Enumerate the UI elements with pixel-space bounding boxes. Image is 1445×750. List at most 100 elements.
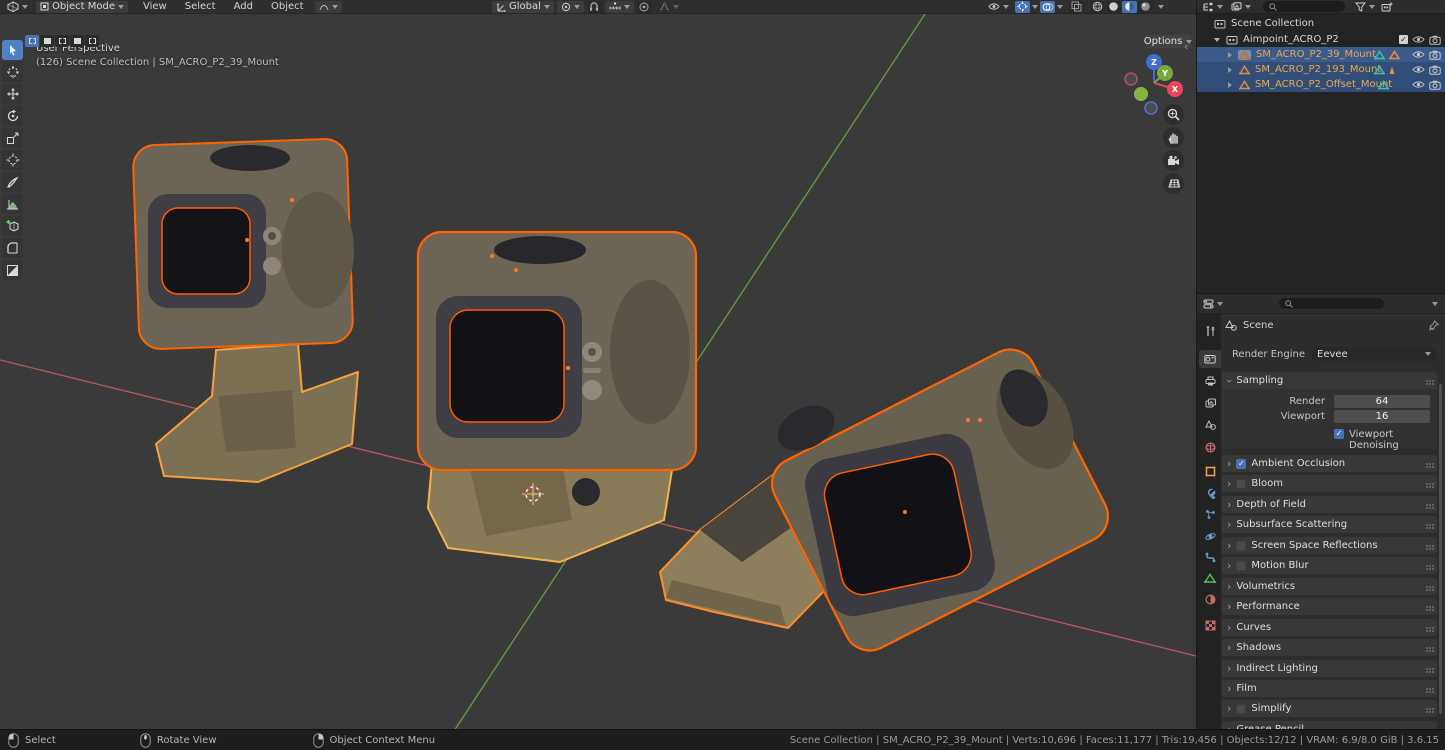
- rounded-corner-tool-button[interactable]: [2, 238, 23, 258]
- panel-drag-grip[interactable]: [1426, 380, 1428, 382]
- select-box-tool-button[interactable]: [2, 40, 23, 60]
- panel-drag-grip[interactable]: [1426, 483, 1428, 485]
- motion-blur-checkbox[interactable]: [1236, 561, 1246, 571]
- properties-search-input[interactable]: [1279, 298, 1384, 309]
- tab-world[interactable]: [1199, 438, 1221, 456]
- tab-render[interactable]: [1199, 350, 1221, 368]
- chevron-down-icon[interactable]: [1432, 302, 1438, 306]
- chevron-down-icon[interactable]: [1158, 5, 1164, 9]
- menu-object[interactable]: Object: [262, 1, 313, 12]
- panel-drag-grip[interactable]: [1426, 708, 1428, 710]
- shear-tool-button[interactable]: [2, 260, 23, 280]
- rotate-tool-button[interactable]: [2, 106, 23, 126]
- panel-sampling-header[interactable]: › Sampling: [1222, 372, 1437, 389]
- axis-neg-x-handle[interactable]: [1125, 73, 1137, 85]
- disclosure-closed-icon[interactable]: [1228, 52, 1232, 58]
- panel-drag-grip[interactable]: [1426, 647, 1428, 649]
- properties-editor-type-button[interactable]: [1199, 298, 1227, 310]
- tab-object-data[interactable]: [1199, 569, 1221, 587]
- chevron-down-icon[interactable]: [1057, 5, 1063, 9]
- orientation-dropdown[interactable]: Global: [492, 1, 554, 13]
- bloom-checkbox[interactable]: [1236, 479, 1246, 489]
- editor-divider-vertical[interactable]: [1196, 0, 1197, 729]
- shading-material-button[interactable]: [1122, 1, 1137, 13]
- proportional-falloff-dropdown[interactable]: [655, 1, 683, 13]
- tab-object[interactable]: [1199, 462, 1221, 480]
- outliner-row-scene-collection[interactable]: Scene Collection: [1197, 16, 1445, 31]
- properties-scrollbar[interactable]: [1439, 384, 1442, 714]
- object-visibility-dropdown[interactable]: [984, 1, 1013, 13]
- panel-subsurface-scattering[interactable]: ›Subsurface Scattering: [1222, 516, 1437, 533]
- menu-add[interactable]: Add: [225, 1, 262, 12]
- shading-rendered-button[interactable]: [1138, 1, 1153, 13]
- mode-dropdown[interactable]: Object Mode: [36, 1, 128, 13]
- panel-drag-grip[interactable]: [1426, 668, 1428, 670]
- outliner-filter-dropdown[interactable]: [1351, 1, 1379, 13]
- panel-ambient-occlusion[interactable]: ›✓Ambient Occlusion: [1222, 455, 1437, 472]
- axis-neg-z-handle[interactable]: [1145, 102, 1157, 114]
- collection-checkbox[interactable]: ✓: [1399, 35, 1408, 44]
- pin-icon[interactable]: [1428, 320, 1439, 331]
- xray-toggle[interactable]: [1069, 1, 1084, 13]
- outliner-search-input[interactable]: [1263, 1, 1345, 12]
- panel-drag-grip[interactable]: [1426, 606, 1428, 608]
- panel-shadows[interactable]: ›Shadows: [1222, 639, 1437, 656]
- eye-icon[interactable]: [1412, 50, 1425, 59]
- panel-drag-grip[interactable]: [1426, 688, 1428, 690]
- header-extra-dropdown[interactable]: [315, 1, 342, 13]
- outliner-row-object-1[interactable]: SM_ACRO_P2_39_Mount: [1197, 47, 1445, 62]
- measure-tool-button[interactable]: [2, 194, 23, 214]
- snap-target-dropdown[interactable]: [605, 1, 634, 13]
- panel-drag-grip[interactable]: [1426, 586, 1428, 588]
- tab-tool[interactable]: [1199, 322, 1221, 340]
- tab-texture[interactable]: [1199, 616, 1221, 634]
- panel-bloom[interactable]: ›Bloom: [1222, 475, 1437, 492]
- pan-view-button[interactable]: [1163, 127, 1184, 148]
- simplify-checkbox[interactable]: [1236, 704, 1246, 714]
- tab-constraints[interactable]: [1199, 548, 1221, 566]
- editor-divider-horizontal[interactable]: [1197, 293, 1445, 294]
- tab-view-layer[interactable]: [1199, 394, 1221, 412]
- panel-drag-grip[interactable]: [1426, 565, 1428, 567]
- scale-tool-button[interactable]: [2, 128, 23, 148]
- camera-icon[interactable]: [1429, 50, 1441, 60]
- camera-icon[interactable]: [1429, 35, 1441, 45]
- panel-drag-grip[interactable]: [1426, 627, 1428, 629]
- annotate-tool-button[interactable]: [2, 172, 23, 192]
- eye-icon[interactable]: [1412, 65, 1425, 74]
- editor-type-button[interactable]: [3, 1, 32, 13]
- disclosure-closed-icon[interactable]: [1228, 82, 1232, 88]
- ambient-occlusion-checkbox[interactable]: ✓: [1236, 459, 1246, 469]
- camera-view-button[interactable]: [1163, 150, 1184, 171]
- tab-modifiers[interactable]: [1199, 484, 1221, 502]
- sampling-render-value-field[interactable]: 64: [1334, 395, 1430, 408]
- chevron-down-icon[interactable]: [1032, 5, 1038, 9]
- tab-scene[interactable]: [1199, 416, 1221, 434]
- transform-tool-button[interactable]: [2, 150, 23, 170]
- model-sight-left[interactable]: [133, 138, 358, 482]
- panel-motion-blur[interactable]: ›Motion Blur: [1222, 557, 1437, 574]
- panel-performance[interactable]: ›Performance: [1222, 598, 1437, 615]
- panel-film[interactable]: ›Film: [1222, 680, 1437, 697]
- toggle-ortho-button[interactable]: [1163, 173, 1184, 194]
- axis-neg-y-handle[interactable]: [1134, 87, 1148, 101]
- shading-wireframe-button[interactable]: [1090, 1, 1105, 13]
- panel-drag-grip[interactable]: [1426, 545, 1428, 547]
- outliner-row-collection[interactable]: Aimpoint_ACRO_P2 ✓: [1197, 32, 1445, 47]
- outliner-row-object-2[interactable]: SM_ACRO_P2_193_Mount: [1197, 62, 1445, 77]
- pivot-point-dropdown[interactable]: [557, 1, 584, 13]
- panel-volumetrics[interactable]: ›Volumetrics: [1222, 578, 1437, 595]
- move-tool-button[interactable]: [2, 84, 23, 104]
- ssr-checkbox[interactable]: [1236, 541, 1246, 551]
- panel-curves[interactable]: ›Curves: [1222, 619, 1437, 636]
- shading-solid-button[interactable]: [1106, 1, 1121, 13]
- model-sight-right[interactable]: [660, 341, 1117, 660]
- show-overlays-toggle[interactable]: [1040, 1, 1055, 13]
- sampling-viewport-value-field[interactable]: 16: [1334, 410, 1430, 423]
- tab-physics[interactable]: [1199, 527, 1221, 545]
- panel-drag-grip[interactable]: [1426, 463, 1428, 465]
- panel-simplify[interactable]: ›Simplify: [1222, 700, 1437, 717]
- tab-particles[interactable]: [1199, 505, 1221, 523]
- eye-icon[interactable]: [1412, 35, 1425, 44]
- panel-indirect-lighting[interactable]: ›Indirect Lighting: [1222, 660, 1437, 677]
